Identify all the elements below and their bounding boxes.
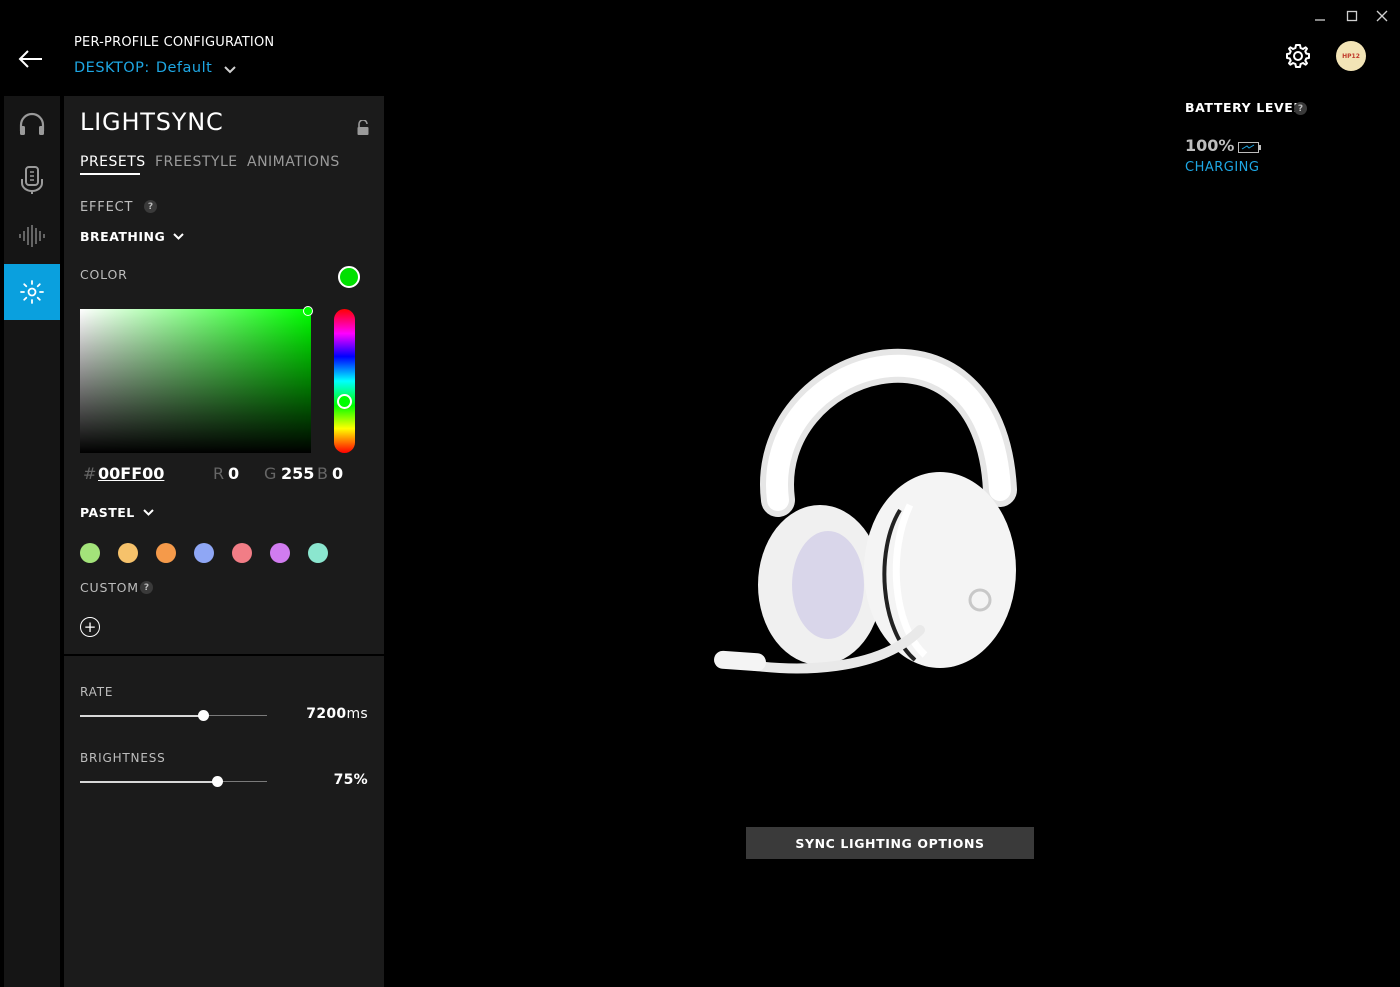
equalizer-icon: [19, 225, 45, 247]
sync-lighting-options-button[interactable]: SYNC LIGHTING OPTIONS: [746, 827, 1034, 859]
red-input[interactable]: 0: [228, 464, 239, 483]
green-input[interactable]: 255: [281, 464, 314, 483]
page-title: PER-PROFILE CONFIGURATION: [74, 35, 275, 50]
effect-help-icon[interactable]: ?: [144, 200, 157, 213]
rate-slider-fill: [80, 715, 204, 717]
selected-color-indicator: [338, 266, 360, 288]
hex-symbol: #: [83, 464, 97, 483]
brightness-slider-fill: [80, 781, 217, 783]
chevron-down-icon: [224, 65, 237, 73]
brightness-value: 75%: [333, 772, 368, 788]
rail-item-equalizer[interactable]: [4, 208, 60, 264]
rate-value: 7200ms: [300, 706, 368, 722]
profile-prefix: DESKTOP:: [74, 60, 150, 76]
effect-dropdown[interactable]: BREATHING: [80, 229, 184, 244]
tab-freestyle[interactable]: FREESTYLE: [155, 154, 238, 170]
hue-slider-handle[interactable]: [337, 394, 352, 409]
red-label: R: [213, 464, 225, 483]
color-swatch[interactable]: [156, 543, 176, 563]
headset-image: [700, 300, 1040, 700]
color-swatch[interactable]: [232, 543, 252, 563]
minimize-icon[interactable]: [1306, 6, 1334, 26]
color-picker-area[interactable]: [80, 309, 311, 453]
color-swatch[interactable]: [308, 543, 328, 563]
chevron-down-icon: [143, 509, 154, 516]
panel-title: LIGHTSYNC: [80, 108, 224, 136]
lighting-icon: [20, 280, 44, 304]
battery-status: CHARGING: [1185, 160, 1260, 175]
settings-gear-icon[interactable]: [1284, 42, 1312, 70]
battery-charging-icon: [1238, 138, 1261, 153]
active-tab-indicator: [80, 173, 140, 175]
unlock-icon[interactable]: [356, 119, 370, 136]
effect-label: EFFECT: [80, 200, 134, 215]
battery-value: 100%: [1185, 136, 1235, 155]
brightness-slider-handle[interactable]: [211, 776, 223, 787]
chevron-down-icon: [173, 233, 184, 240]
profile-name: Default: [155, 60, 213, 76]
rail-item-lighting[interactable]: [4, 264, 60, 320]
blue-label: B: [317, 464, 328, 483]
color-swatch[interactable]: [118, 543, 138, 563]
rail-item-microphone[interactable]: [4, 152, 60, 208]
back-arrow-icon[interactable]: [14, 44, 48, 74]
custom-help-icon[interactable]: ?: [140, 581, 153, 594]
battery-title: BATTERY LEVEL: [1185, 100, 1302, 115]
color-label: COLOR: [80, 267, 128, 282]
color-swatch[interactable]: [270, 543, 290, 563]
green-label: G: [264, 464, 277, 483]
color-swatch[interactable]: [80, 543, 100, 563]
color-picker-handle[interactable]: [303, 306, 313, 316]
headset-icon: [19, 112, 45, 135]
color-swatch[interactable]: [194, 543, 214, 563]
palette-dropdown[interactable]: PASTEL: [80, 505, 154, 520]
battery-help-icon[interactable]: ?: [1294, 102, 1307, 115]
palette-name: PASTEL: [80, 505, 135, 520]
rate-number: 7200: [306, 706, 347, 722]
add-custom-color-icon[interactable]: +: [80, 617, 100, 637]
blue-input[interactable]: 0: [332, 464, 343, 483]
hue-slider[interactable]: [334, 309, 355, 453]
rate-unit: ms: [346, 706, 368, 722]
tab-presets[interactable]: PRESETS: [80, 154, 146, 170]
avatar[interactable]: HP12: [1336, 41, 1366, 71]
brightness-label: BRIGHTNESS: [80, 751, 166, 765]
custom-label: CUSTOM: [80, 580, 139, 595]
hex-input[interactable]: 00FF00: [98, 464, 164, 483]
rate-label: RATE: [80, 685, 114, 699]
effect-value: BREATHING: [80, 229, 166, 244]
close-icon[interactable]: [1368, 6, 1396, 26]
microphone-icon: [21, 166, 43, 194]
maximize-icon[interactable]: [1338, 6, 1366, 26]
rail-item-headset[interactable]: [4, 96, 60, 152]
tab-animations[interactable]: ANIMATIONS: [247, 154, 340, 170]
profile-selector[interactable]: DESKTOP: Default: [74, 60, 237, 76]
